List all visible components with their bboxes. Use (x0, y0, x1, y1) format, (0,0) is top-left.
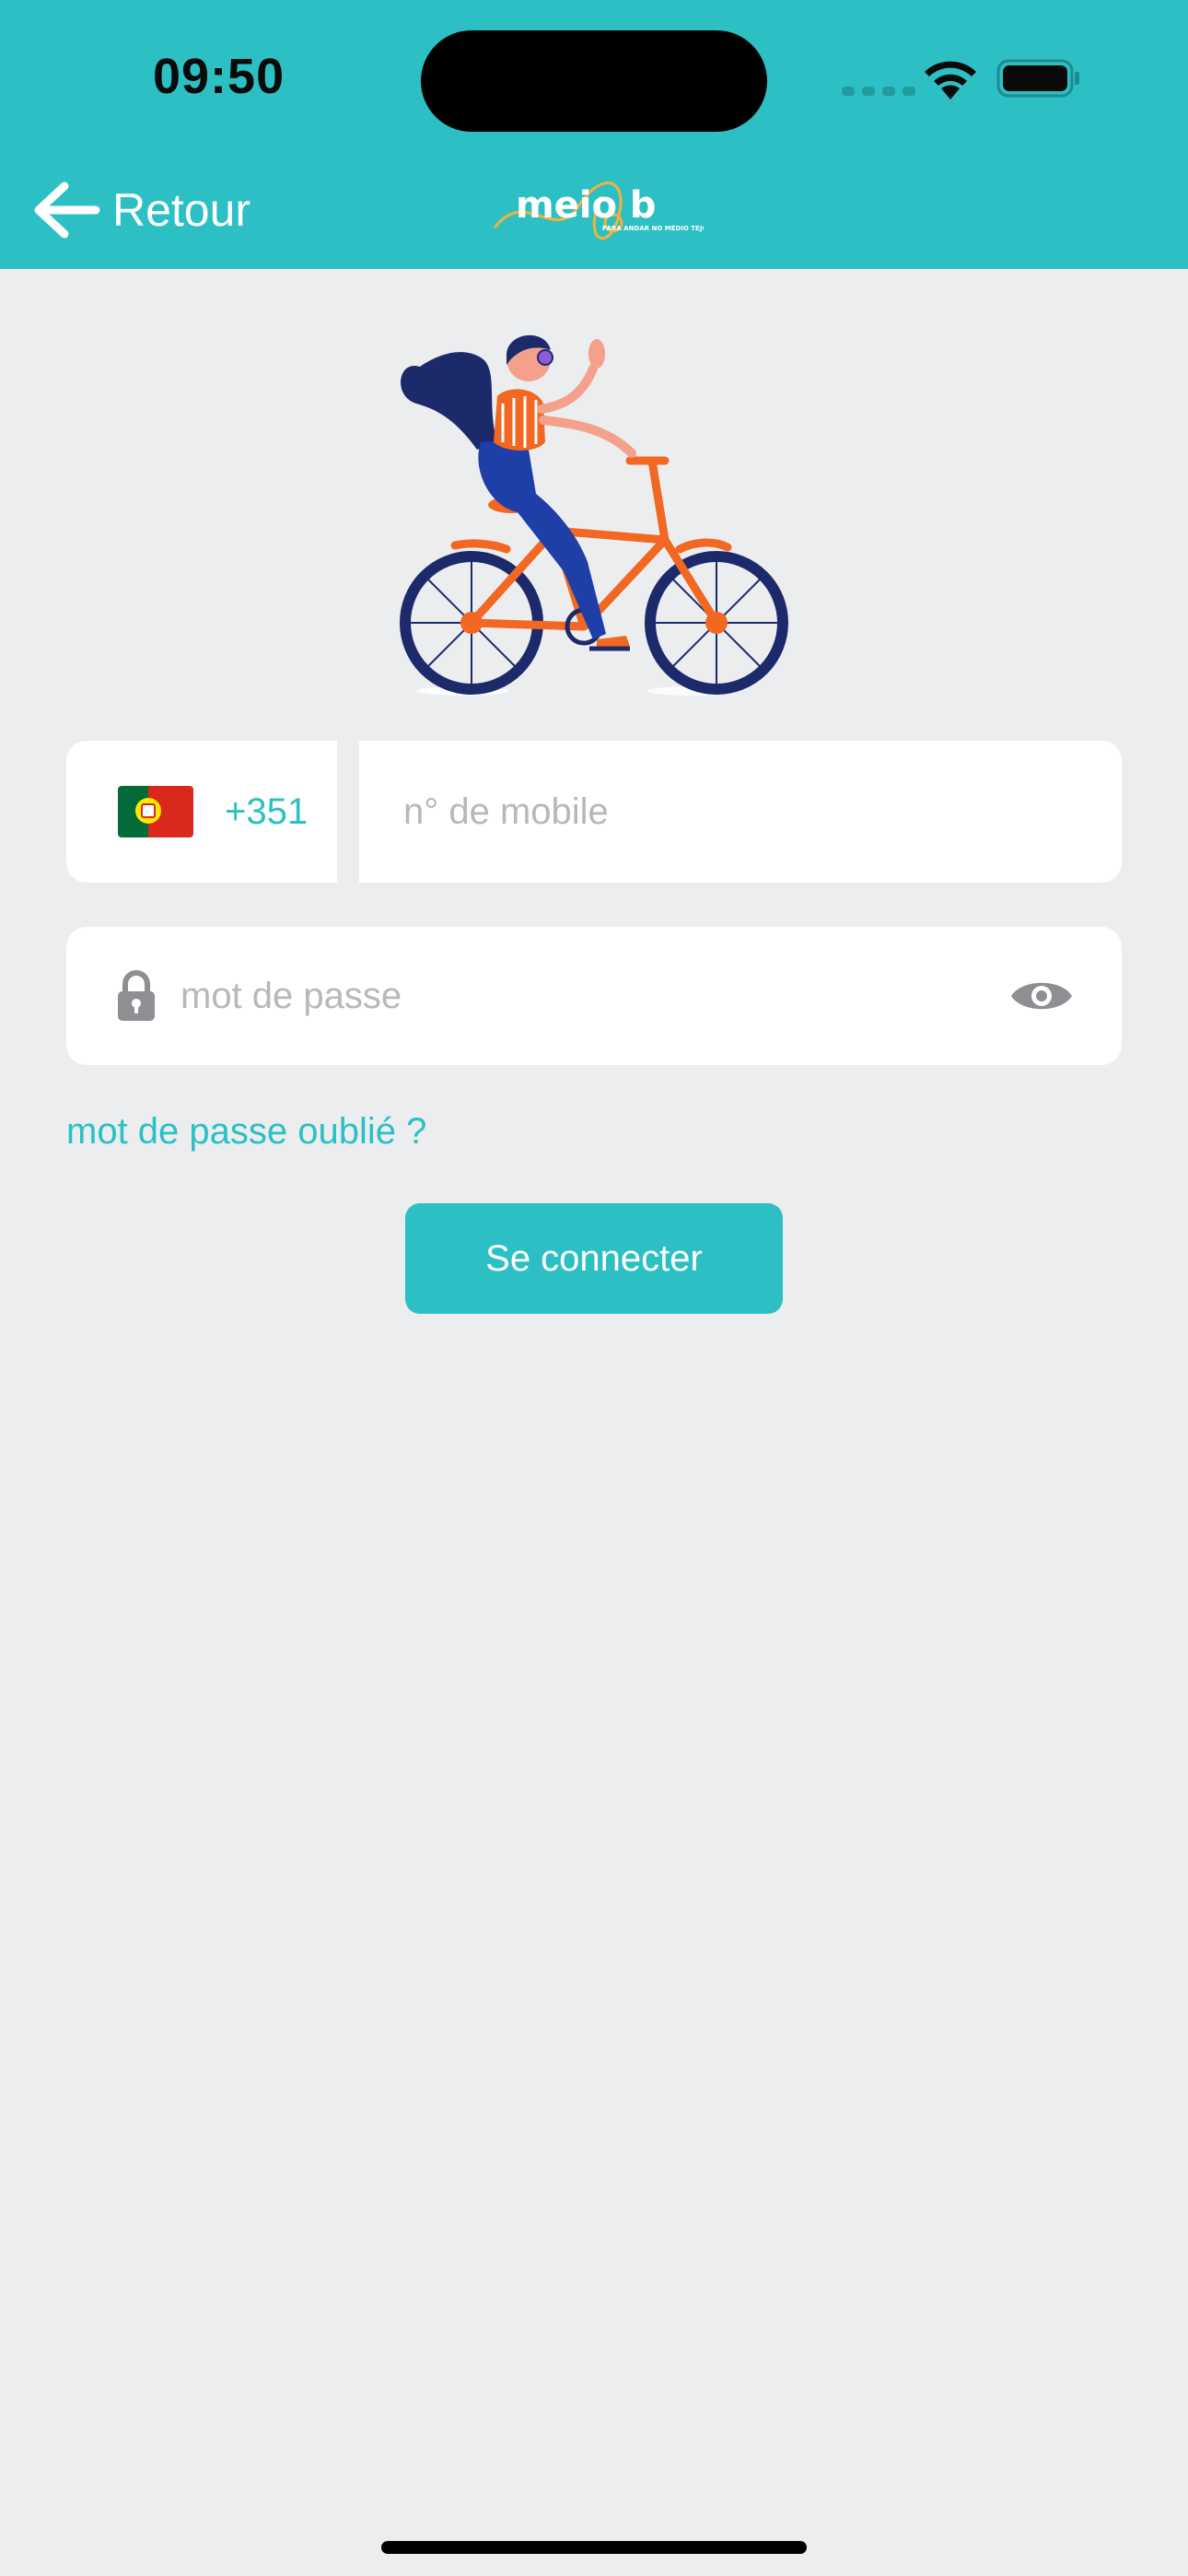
portugal-flag-icon (118, 786, 193, 837)
logo-text: meio b (516, 184, 657, 227)
meio-b-logo: meio b PARA ANDAR NO MÉDIO TEJO (494, 181, 704, 240)
country-code-selector[interactable]: +351 (66, 741, 337, 883)
dynamic-island (421, 30, 767, 132)
app-header: 09:50 Retour meio b PARA ANDAR NO MÉDIO … (0, 0, 1188, 269)
eye-icon[interactable] (1009, 977, 1074, 1015)
home-indicator[interactable] (381, 2541, 807, 2554)
forgot-password-link[interactable]: mot de passe oublié ? (66, 1111, 426, 1153)
password-field (66, 927, 1122, 1065)
back-button[interactable]: Retour (29, 175, 250, 245)
wifi-icon (925, 61, 976, 100)
cyclist-illustration (400, 334, 788, 696)
battery-icon (996, 59, 1079, 98)
country-dial-code: +351 (225, 790, 309, 832)
password-input[interactable] (181, 927, 991, 1065)
arrow-left-icon (34, 181, 100, 239)
phone-number-input[interactable] (359, 741, 1122, 883)
status-bar-time: 09:50 (153, 49, 285, 104)
back-button-label: Retour (112, 184, 251, 236)
cellular-signal-icon (842, 87, 915, 96)
lock-icon (118, 970, 155, 1021)
phone-number-row: +351 (66, 741, 1122, 883)
logo-tagline: PARA ANDAR NO MÉDIO TEJO (602, 224, 704, 232)
login-button[interactable]: Se connecter (405, 1203, 783, 1314)
